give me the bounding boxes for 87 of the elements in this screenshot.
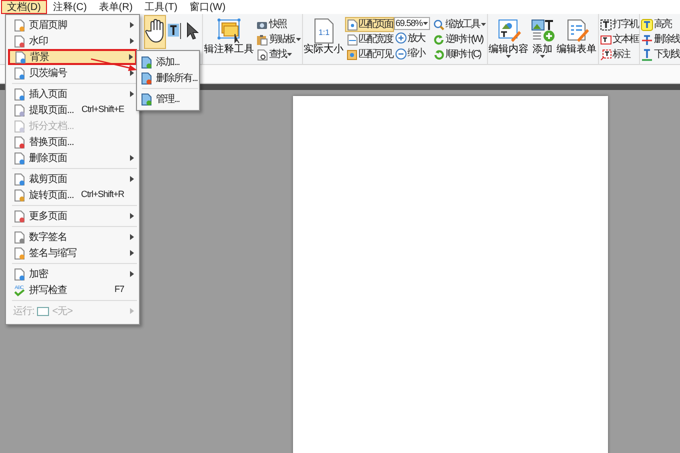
document-icon <box>13 66 25 80</box>
actual-size-icon: 1:1 <box>314 18 334 44</box>
zoom-in-icon <box>394 32 406 44</box>
document-icon <box>13 120 25 132</box>
add-content-icon <box>530 18 554 44</box>
menu-item[interactable]: 背景 <box>8 49 137 65</box>
menu-item[interactable]: 数字签名 <box>8 229 137 245</box>
edit-form-icon <box>564 18 588 44</box>
document-icon <box>13 172 25 186</box>
toolbar-button[interactable]: 缩小 <box>394 46 432 61</box>
callout-icon <box>600 48 612 60</box>
menu-bar-item[interactable]: 文档(D) <box>1 0 47 14</box>
document-icon <box>13 88 25 100</box>
zoom-field[interactable]: 69.58% <box>394 17 430 30</box>
toolbar-big-button[interactable]: 添加 <box>530 15 556 63</box>
menu-item[interactable]: 旋转页面... Ctrl+Shift+R <box>8 187 137 203</box>
fit-page-icon <box>346 18 358 30</box>
toolbar-button[interactable]: 快照 <box>255 17 302 32</box>
clipboard-icon <box>256 34 268 46</box>
menu-item[interactable]: 删除所有... <box>138 70 198 86</box>
sticky-notes-icon <box>217 18 241 44</box>
magnifier-icon <box>432 18 444 30</box>
menu-bar-item[interactable]: 工具(T) <box>138 0 184 14</box>
toolbar-button[interactable]: 删除线 <box>640 32 680 47</box>
document-icon <box>13 246 25 260</box>
menu-item[interactable]: 更多页面 <box>8 208 137 224</box>
page-gear-icon <box>140 72 152 84</box>
document-icon <box>13 34 25 48</box>
highlight-icon <box>641 18 653 30</box>
menu-item[interactable]: 加密 <box>8 266 137 282</box>
fit-width-icon <box>346 34 358 46</box>
menu-bar-item[interactable]: 表单(R) <box>92 0 139 14</box>
rotate-left-icon <box>432 34 444 46</box>
menu-item[interactable]: 删除页面 <box>8 150 137 166</box>
document-icon <box>14 50 26 64</box>
toolbar-button[interactable]: 剪贴板 <box>255 32 302 47</box>
menu-item[interactable]: 提取页面... Ctrl+Shift+E <box>8 102 137 118</box>
menu-item[interactable]: 替换页面... <box>8 134 137 150</box>
toolbar-big-button[interactable]: 编辑表单 <box>556 15 598 63</box>
page-gear-icon <box>140 92 152 106</box>
typewriter-icon <box>600 18 612 30</box>
rotate-right-icon <box>432 48 444 60</box>
zoom-out-icon <box>394 48 406 60</box>
toolbar-button[interactable]: 匹配宽度 <box>344 32 394 47</box>
toolbar-button[interactable]: 文本框 <box>598 32 639 47</box>
document-icon <box>13 268 25 280</box>
document-icon <box>13 210 25 222</box>
fit-visible-icon <box>346 48 358 60</box>
document-search-icon <box>256 48 268 60</box>
toolbar-button[interactable]: 逆时针(W) <box>432 32 486 47</box>
toolbar-button[interactable]: 顺时针(C) <box>432 47 486 62</box>
hand-icon <box>145 19 165 43</box>
menu-item[interactable]: 页眉页脚 <box>8 17 137 33</box>
annotation-tool-button[interactable]: 辑注释工具 <box>203 15 255 63</box>
document-icon <box>13 136 25 148</box>
edit-content-icon <box>496 18 520 44</box>
toolbar-button[interactable]: 匹配页面 <box>344 17 394 32</box>
page-gear-icon <box>140 56 152 68</box>
menu-item[interactable]: 签名与缩写 <box>8 245 137 261</box>
document-icon <box>13 188 25 202</box>
tool-button[interactable] <box>144 15 166 49</box>
toolbar-button[interactable]: 高亮 <box>640 17 680 32</box>
toolbar-button[interactable]: 下划线 <box>640 47 680 62</box>
document-icon <box>13 152 25 164</box>
underline-icon <box>641 48 653 60</box>
toolbar-button[interactable]: 打字机 <box>598 17 639 32</box>
text-box-icon <box>600 34 612 46</box>
document-icon <box>13 230 25 244</box>
window-icon <box>37 306 50 316</box>
menu-item[interactable]: 添加... <box>138 54 198 70</box>
menu-bar-item[interactable]: 窗口(W) <box>183 0 232 14</box>
caret-icon <box>422 22 428 26</box>
strikethrough-icon <box>641 34 653 46</box>
toolbar-button[interactable]: 缩放工具 <box>432 17 486 32</box>
toolbar-button[interactable]: 放大 <box>394 30 432 46</box>
toolbar-big-button[interactable]: 编辑内容 <box>488 15 530 63</box>
toolbar-button[interactable]: 查找 <box>255 47 302 62</box>
document-icon <box>13 104 25 116</box>
menu-item[interactable]: 管理... <box>138 91 198 107</box>
document-icon <box>13 18 25 32</box>
menu-item[interactable]: 插入页面 <box>8 86 137 102</box>
actual-size-button[interactable]: 1:1 实际大小 <box>302 15 344 63</box>
toolbar-button[interactable]: 匹配可见 <box>344 47 394 62</box>
toolbar-button[interactable]: 标注 <box>598 47 639 62</box>
menu-bar-item[interactable]: 注释(C) <box>46 0 93 14</box>
menu-item[interactable]: 裁剪页面 <box>8 171 137 187</box>
menu-item[interactable]: 水印 <box>8 33 137 49</box>
